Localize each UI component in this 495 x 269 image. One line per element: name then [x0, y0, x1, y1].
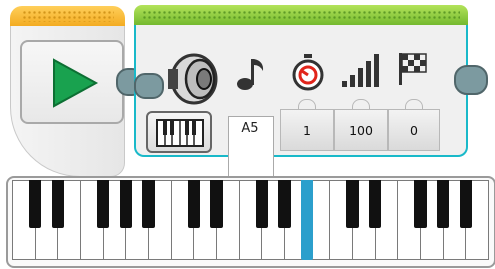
selected-key[interactable]	[300, 180, 314, 260]
black-key[interactable]	[346, 180, 359, 228]
volume-value: 100	[349, 122, 373, 138]
piano-keys-icon	[156, 119, 204, 147]
black-key[interactable]	[51, 180, 65, 228]
black-key[interactable]	[119, 180, 133, 228]
play-icon	[53, 58, 99, 108]
note-input[interactable]: A5	[229, 116, 271, 140]
sound-output-plug[interactable]	[454, 65, 488, 95]
black-key[interactable]	[142, 180, 155, 228]
black-key[interactable]	[210, 180, 223, 228]
black-key[interactable]	[368, 180, 382, 228]
duration-input[interactable]: 1	[280, 109, 334, 151]
black-key[interactable]	[278, 180, 291, 228]
volume-input[interactable]: 100	[334, 109, 388, 151]
timer-icon	[290, 53, 326, 91]
start-block[interactable]	[10, 6, 144, 193]
sound-block-grip[interactable]	[142, 10, 460, 20]
mode-selector-button[interactable]	[146, 111, 212, 153]
play-type-value: 0	[410, 122, 418, 138]
play-type-input[interactable]: 0	[388, 109, 440, 151]
piano-keys	[12, 180, 489, 262]
sound-input-plug[interactable]	[134, 73, 164, 99]
black-key[interactable]	[255, 180, 269, 228]
black-key[interactable]	[414, 180, 427, 228]
note-callout-stem	[228, 139, 274, 179]
sound-block[interactable]: 1 100 0	[134, 5, 488, 159]
music-note-icon	[236, 53, 268, 93]
checkered-flag-icon	[396, 51, 430, 87]
play-button[interactable]	[44, 54, 102, 112]
black-key[interactable]	[187, 180, 201, 228]
black-key[interactable]	[28, 180, 42, 228]
duration-value: 1	[303, 122, 311, 138]
black-key[interactable]	[459, 180, 473, 228]
volume-icon	[340, 53, 380, 89]
black-key[interactable]	[96, 180, 110, 228]
start-block-grip[interactable]	[22, 10, 114, 22]
piano-keyboard[interactable]	[6, 176, 495, 268]
speaker-icon	[164, 51, 220, 107]
black-key[interactable]	[436, 180, 450, 228]
